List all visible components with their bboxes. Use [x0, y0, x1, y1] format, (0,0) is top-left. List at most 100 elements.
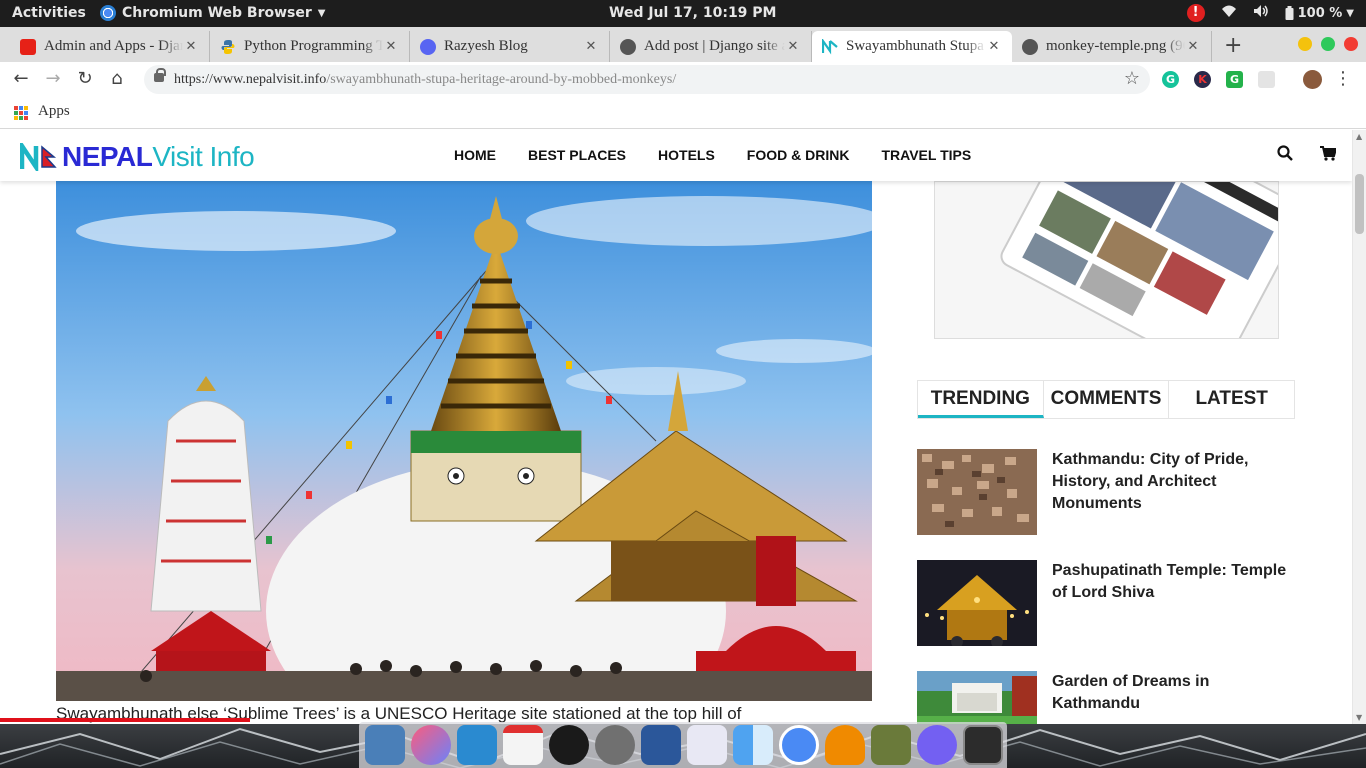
maximize-button[interactable]	[1321, 37, 1335, 51]
k-extension-icon[interactable]: K	[1194, 71, 1211, 88]
word-icon[interactable]	[641, 725, 681, 765]
page-scrollbar[interactable]: ▲ ▼	[1352, 130, 1366, 724]
calendar-icon[interactable]	[503, 725, 543, 765]
trending-post[interactable]: Pashupatinath Temple: Temple of Lord Shi…	[917, 560, 1295, 646]
tab-label: Razyesh Blog	[444, 38, 528, 54]
vscode-icon[interactable]	[687, 725, 727, 765]
quicktime-icon[interactable]	[549, 725, 589, 765]
site-logo[interactable]: NEPAL Visit Info	[19, 138, 255, 175]
trending-post[interactable]: Kathmandu: City of Pride, History, and A…	[917, 449, 1295, 535]
close-icon[interactable]: ✕	[383, 39, 399, 54]
minimize-button[interactable]	[1298, 37, 1312, 51]
system-top-bar: Activities Chromium Web Browser ▼ Wed Ju…	[0, 0, 1366, 27]
close-icon[interactable]: ✕	[986, 39, 1002, 54]
lock-icon	[154, 68, 166, 82]
back-button[interactable]: ←	[10, 68, 32, 90]
tab-python-programming[interactable]: Python Programming Tutorials ✕	[210, 31, 410, 62]
close-icon[interactable]: ✕	[583, 39, 599, 54]
nv-icon	[821, 37, 838, 55]
activities-button[interactable]: Activities	[12, 5, 86, 21]
post-title[interactable]: Garden of Dreams in Kathmandu	[1052, 671, 1295, 715]
app-menu[interactable]: Chromium Web Browser ▼	[100, 5, 325, 21]
address-bar[interactable]: https://www.nepalvisit.info/swayambhunat…	[144, 65, 1150, 94]
close-icon[interactable]: ✕	[1185, 39, 1201, 54]
tab-admin-and-apps[interactable]: Admin and Apps - Django ✕	[10, 31, 210, 62]
wifi-icon[interactable]	[1221, 4, 1237, 22]
post-title[interactable]: Pashupatinath Temple: Temple of Lord Shi…	[1052, 560, 1295, 604]
search-icon[interactable]	[1277, 145, 1293, 166]
chromium-icon	[100, 5, 116, 21]
python-icon	[220, 39, 236, 55]
reload-button[interactable]: ↻	[74, 68, 96, 90]
menu-kebab-icon[interactable]: ⋮	[1332, 68, 1354, 90]
scroll-up-arrow-icon[interactable]: ▲	[1356, 132, 1362, 141]
tab-strip: Admin and Apps - Django ✕ Python Program…	[0, 27, 1366, 62]
tab-label: Python Programming Tutorials	[244, 38, 383, 54]
g-extension-icon[interactable]: G	[1226, 71, 1243, 88]
tab-monkey-temple[interactable]: monkey-temple.png (960×540) ✕	[1012, 31, 1212, 62]
apps-link[interactable]: Apps	[38, 103, 70, 120]
close-window-button[interactable]	[1344, 37, 1358, 51]
tab-swayambhunath[interactable]: Swayambhunath Stupa Heritage ✕	[812, 31, 1012, 62]
tab-label: Swayambhunath Stupa Heritage	[846, 38, 986, 54]
dock	[359, 722, 1007, 768]
menu-hotels[interactable]: HOTELS	[658, 147, 715, 163]
url-text[interactable]: https://www.nepalvisit.info/swayambhunat…	[174, 72, 676, 88]
menu-home[interactable]: HOME	[454, 147, 496, 163]
site-header: NEPAL Visit Info HOME BEST PLACES HOTELS…	[0, 130, 1352, 181]
clock[interactable]: Wed Jul 17, 10:19 PM	[609, 5, 777, 21]
home-button[interactable]: ⌂	[106, 68, 128, 90]
menu-best-places[interactable]: BEST PLACES	[528, 147, 626, 163]
post-title[interactable]: Kathmandu: City of Pride, History, and A…	[1052, 449, 1295, 515]
hero-image	[56, 181, 872, 701]
vlc-icon[interactable]	[825, 725, 865, 765]
post-thumbnail[interactable]	[917, 560, 1037, 646]
close-icon[interactable]: ✕	[183, 39, 199, 54]
chevron-down-icon: ▼	[1346, 7, 1354, 19]
main-menu: HOME BEST PLACES HOTELS FOOD & DRINK TRA…	[454, 147, 971, 163]
extension-icon[interactable]	[1258, 71, 1275, 88]
inkscape-icon[interactable]	[871, 725, 911, 765]
battery-indicator[interactable]: 100 % ▼	[1285, 6, 1354, 21]
chromium-icon[interactable]	[779, 725, 819, 765]
browser-toolbar: ← → ↻ ⌂ https://www.nepalvisit.info/sway…	[0, 62, 1366, 97]
bookmark-star-icon[interactable]: ☆	[1124, 68, 1140, 89]
sidebar-advertisement[interactable]	[934, 181, 1279, 339]
tab-label: Add post | Django site admin	[644, 38, 785, 54]
system-tray[interactable]: ! 100 % ▼	[1186, 4, 1354, 22]
tab-razyesh-blog[interactable]: Razyesh Blog ✕	[410, 31, 610, 62]
viber-icon[interactable]	[917, 725, 957, 765]
music-icon[interactable]	[411, 725, 451, 765]
volume-icon[interactable]	[1253, 4, 1269, 22]
grammarly-icon[interactable]: G	[1162, 71, 1179, 88]
menu-travel-tips[interactable]: TRAVEL TIPS	[881, 147, 971, 163]
post-thumbnail[interactable]	[917, 449, 1037, 535]
youtube-icon	[20, 38, 36, 55]
launcher-icon[interactable]	[365, 725, 405, 765]
forward-button[interactable]: →	[42, 68, 64, 90]
avatar[interactable]	[1303, 70, 1322, 89]
menu-food-drink[interactable]: FOOD & DRINK	[747, 147, 850, 163]
tab-trending[interactable]: TRENDING	[918, 381, 1044, 418]
apps-grid-icon[interactable]	[14, 106, 28, 120]
logo-nepal-text: NEPAL	[62, 141, 153, 172]
photos-icon[interactable]	[457, 725, 497, 765]
tab-comments[interactable]: COMMENTS	[1044, 381, 1170, 418]
app-name: Chromium Web Browser	[122, 5, 312, 21]
cart-icon[interactable]	[1320, 145, 1338, 166]
logo-visit-text: Visit Info	[152, 141, 255, 172]
tab-latest[interactable]: LATEST	[1169, 381, 1294, 418]
terminal-icon[interactable]	[963, 725, 1003, 765]
tab-label: Admin and Apps - Django	[44, 38, 183, 54]
finder-icon[interactable]	[733, 725, 773, 765]
tab-add-post[interactable]: Add post | Django site admin ✕	[610, 31, 812, 62]
close-icon[interactable]: ✕	[785, 39, 801, 54]
new-tab-button[interactable]: +	[1224, 33, 1242, 58]
post-thumbnail[interactable]	[917, 671, 1037, 724]
trending-post[interactable]: Garden of Dreams in Kathmandu	[917, 671, 1295, 724]
scrollbar-thumb[interactable]	[1355, 174, 1364, 234]
scroll-down-arrow-icon[interactable]: ▼	[1356, 713, 1362, 722]
alert-icon[interactable]: !	[1186, 4, 1205, 22]
settings-gear-icon[interactable]	[595, 725, 635, 765]
globe-icon	[1022, 38, 1038, 55]
